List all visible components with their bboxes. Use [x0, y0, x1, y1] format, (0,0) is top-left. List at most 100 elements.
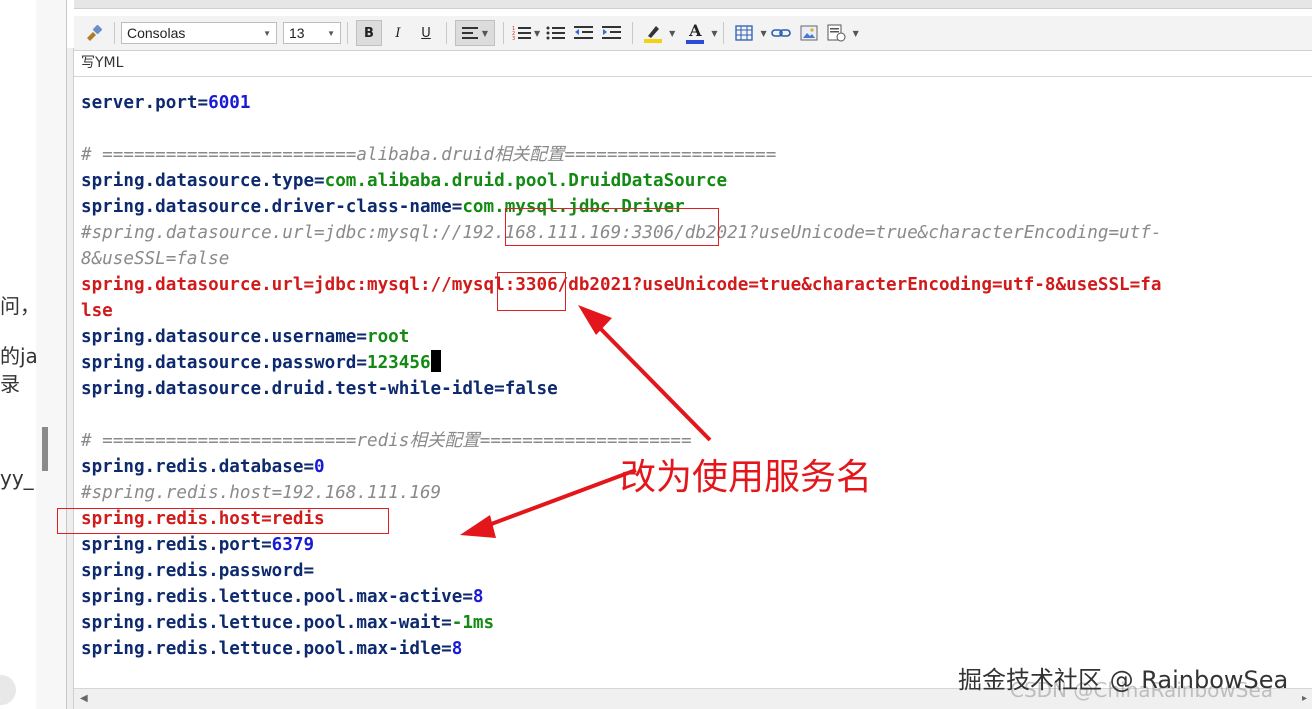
- chevron-down-icon: ▼: [711, 28, 718, 38]
- code-line: server.port=6001: [81, 90, 1311, 116]
- code-comment: # ========================redis相关配置=====…: [81, 431, 692, 451]
- special-insert-icon: [827, 24, 846, 42]
- toolbar-separator: [347, 22, 348, 44]
- toolbar-separator: [723, 22, 725, 44]
- code-key: spring.redis.port=: [81, 535, 272, 555]
- font-family-select[interactable]: Consolas ▼: [121, 22, 277, 44]
- code-line: spring.redis.lettuce.pool.max-wait=-1ms: [81, 610, 1311, 636]
- code-line: spring.redis.lettuce.pool.max-idle=8: [81, 636, 1311, 662]
- code-key: spring.datasource.username=: [81, 327, 367, 347]
- chevron-down-icon: ▼: [327, 28, 335, 38]
- insert-image-button[interactable]: [797, 21, 821, 45]
- indent-icon: [602, 26, 622, 39]
- code-value: 8: [472, 587, 484, 607]
- document-title: 写YML: [81, 55, 124, 71]
- code-block[interactable]: server.port=6001 # =====================…: [81, 90, 1311, 662]
- code-line: spring.redis.password=: [81, 558, 1311, 584]
- code-line: spring.redis.port=6379: [81, 532, 1311, 558]
- code-line: spring.datasource.password=123456: [81, 350, 1311, 376]
- insert-table-button[interactable]: [732, 21, 756, 45]
- font-color-swatch: [686, 39, 705, 44]
- rich-text-editor: Consolas ▼ 13 ▼ B I U ▼ 123 ▼ ▼ A ▼ ▼ ▼ …: [66, 0, 1312, 709]
- chevron-down-icon: ▼: [534, 28, 541, 38]
- floating-button[interactable]: [0, 675, 16, 705]
- highlight-box-mysql: [497, 272, 566, 311]
- code-value: -1ms: [451, 613, 495, 633]
- code-key: spring.redis.lettuce.pool.max-active=: [81, 587, 473, 607]
- align-left-icon: [461, 27, 478, 39]
- code-key: spring.datasource.password=: [81, 353, 367, 373]
- numbered-list-icon: 123: [512, 26, 531, 41]
- code-line: spring.datasource.type=com.alibaba.druid…: [81, 168, 1311, 194]
- code-value: 6379: [271, 535, 315, 555]
- indent-button[interactable]: [600, 21, 624, 45]
- bold-button[interactable]: B: [356, 20, 382, 46]
- code-value: 6001: [208, 93, 251, 113]
- code-line: # ========================alibaba.druid相…: [81, 142, 1311, 168]
- code-line: spring.datasource.url=jdbc:mysql://mysql…: [81, 272, 1311, 298]
- code-value: root: [367, 327, 410, 347]
- code-value: com.alibaba.druid.pool.DruidDataSource: [324, 171, 728, 191]
- code-value: 123456: [367, 353, 431, 373]
- code-value: false: [504, 379, 558, 399]
- background-page: 问， 的ja 录 yy_: [0, 0, 36, 709]
- code-comment: # ========================alibaba.druid相…: [81, 145, 777, 165]
- font-family-value: Consolas: [127, 25, 186, 41]
- numbered-list-button[interactable]: 123 ▼: [512, 21, 540, 45]
- code-key: spring.redis.password=: [81, 561, 315, 581]
- outdent-icon: [574, 26, 594, 39]
- code-comment: #spring.redis.host=192.168.111.169: [81, 483, 442, 503]
- page-text-fragment: 的ja: [0, 344, 36, 368]
- code-modified-line: spring.datasource.url=jdbc:mysql://mysql…: [81, 275, 1162, 295]
- align-left-button[interactable]: ▼: [455, 20, 495, 46]
- toolbar-separator: [446, 22, 447, 44]
- chevron-down-icon: ▼: [852, 28, 859, 38]
- code-line: spring.redis.lettuce.pool.max-active=8: [81, 584, 1311, 610]
- code-comment: 8&useSSL=false: [81, 249, 230, 269]
- font-color-icon: A: [689, 20, 702, 40]
- code-key: spring.redis.database=: [81, 457, 315, 477]
- chevron-down-icon: ▼: [760, 28, 767, 38]
- font-size-select[interactable]: 13 ▼: [283, 22, 341, 44]
- editor-toolbar: Consolas ▼ 13 ▼ B I U ▼ 123 ▼ ▼ A ▼ ▼ ▼: [74, 16, 1312, 51]
- chevron-down-icon: ▼: [481, 28, 489, 38]
- toolbar-separator: [632, 22, 634, 44]
- page-scrollbar-thumb[interactable]: [42, 427, 48, 471]
- bullet-list-button[interactable]: [544, 21, 568, 45]
- underline-button[interactable]: U: [414, 21, 438, 45]
- code-value: 0: [314, 457, 325, 477]
- code-key: spring.datasource.driver-class-name=: [81, 197, 463, 217]
- code-key: spring.redis.lettuce.pool.max-idle=: [81, 639, 452, 659]
- code-line: 8&useSSL=false: [81, 246, 1311, 272]
- image-icon: [800, 25, 818, 41]
- page-text-fragment: 问，: [0, 294, 36, 318]
- highlight-color-button[interactable]: [641, 21, 665, 45]
- toolbar-separator: [503, 22, 504, 44]
- editor-left-border: [67, 48, 74, 709]
- scroll-right-icon[interactable]: ▸: [1302, 693, 1307, 704]
- font-size-value: 13: [289, 25, 305, 41]
- code-area[interactable]: server.port=6001 # =====================…: [74, 76, 1312, 689]
- code-line: lse: [81, 298, 1311, 324]
- code-key: spring.datasource.type=: [81, 171, 325, 191]
- code-key: server.port=: [81, 93, 209, 113]
- annotation-label: 改为使用服务名: [620, 457, 873, 498]
- font-color-button[interactable]: A: [683, 21, 707, 45]
- page-gutter: [36, 0, 67, 709]
- page-text-fragment: 录: [0, 372, 20, 396]
- watermark: 掘金技术社区 @ RainbowSea: [958, 666, 1289, 694]
- insert-link-button[interactable]: [769, 21, 793, 45]
- italic-button[interactable]: I: [386, 21, 410, 45]
- toolbar-separator: [114, 22, 115, 44]
- highlight-box-ip: [505, 208, 719, 246]
- scroll-left-icon[interactable]: ◀: [80, 693, 88, 704]
- outdent-button[interactable]: [572, 21, 596, 45]
- svg-text:3: 3: [512, 36, 515, 41]
- link-icon: [770, 29, 791, 37]
- chevron-down-icon: ▼: [669, 28, 676, 38]
- highlight-color-swatch: [644, 38, 663, 43]
- insert-special-button[interactable]: [825, 21, 849, 45]
- format-painter-icon[interactable]: [82, 21, 106, 45]
